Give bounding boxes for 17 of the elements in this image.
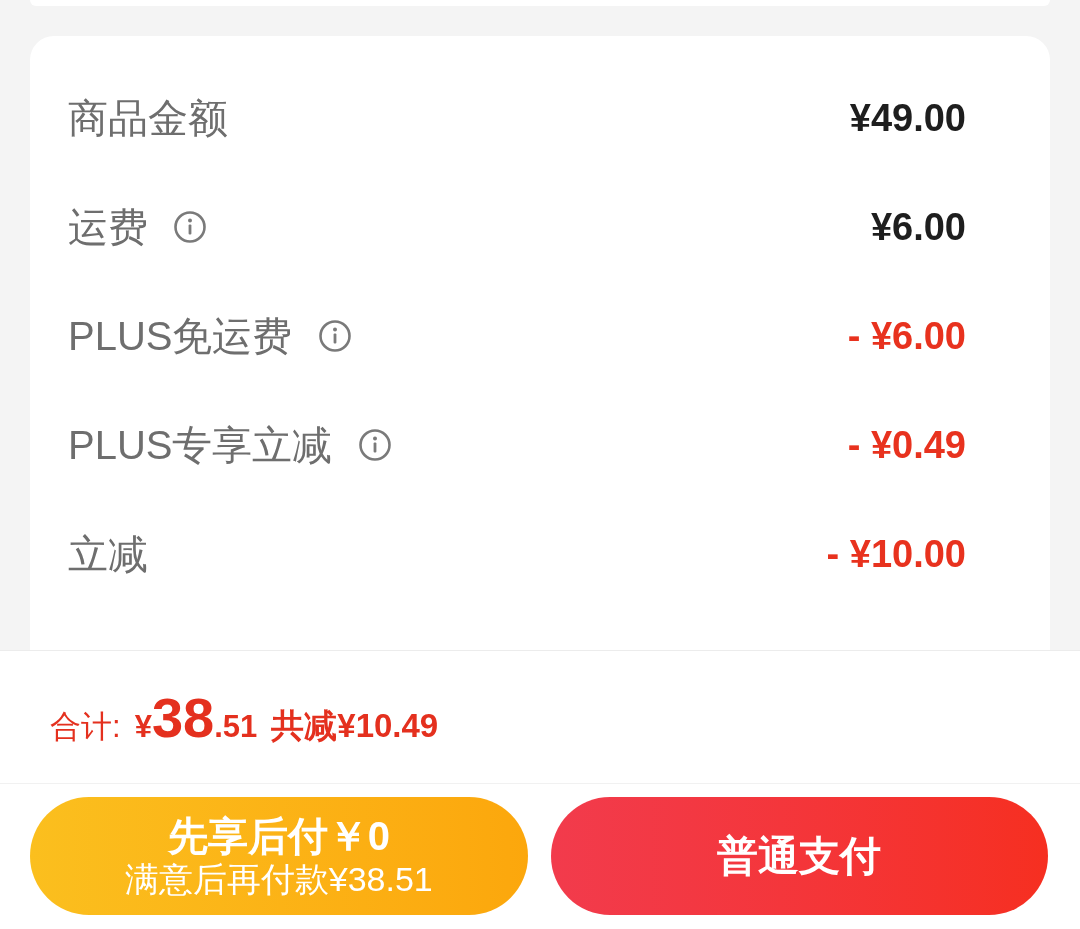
info-icon[interactable]	[358, 428, 391, 461]
row-amount: - ¥10.00	[826, 531, 966, 577]
row-amount: - ¥0.49	[847, 422, 966, 468]
total-price: ¥38.51	[134, 687, 258, 751]
row-label: 运费	[68, 203, 148, 251]
row-amount: ¥49.00	[849, 95, 966, 141]
row-label: 立减	[68, 530, 148, 578]
row-label: PLUS专享立减	[68, 421, 333, 469]
row-amount: ¥6.00	[870, 204, 966, 250]
total-label: 合计:	[50, 707, 121, 746]
row-label: PLUS免运费	[68, 312, 293, 360]
row-label: 商品金额	[68, 94, 228, 142]
savings-text: 共减¥10.49	[271, 705, 439, 746]
row-amount: - ¥6.00	[847, 313, 966, 359]
info-icon[interactable]	[174, 210, 206, 243]
info-icon[interactable]	[318, 319, 351, 352]
pay-button[interactable]: 普通支付	[550, 797, 1048, 915]
